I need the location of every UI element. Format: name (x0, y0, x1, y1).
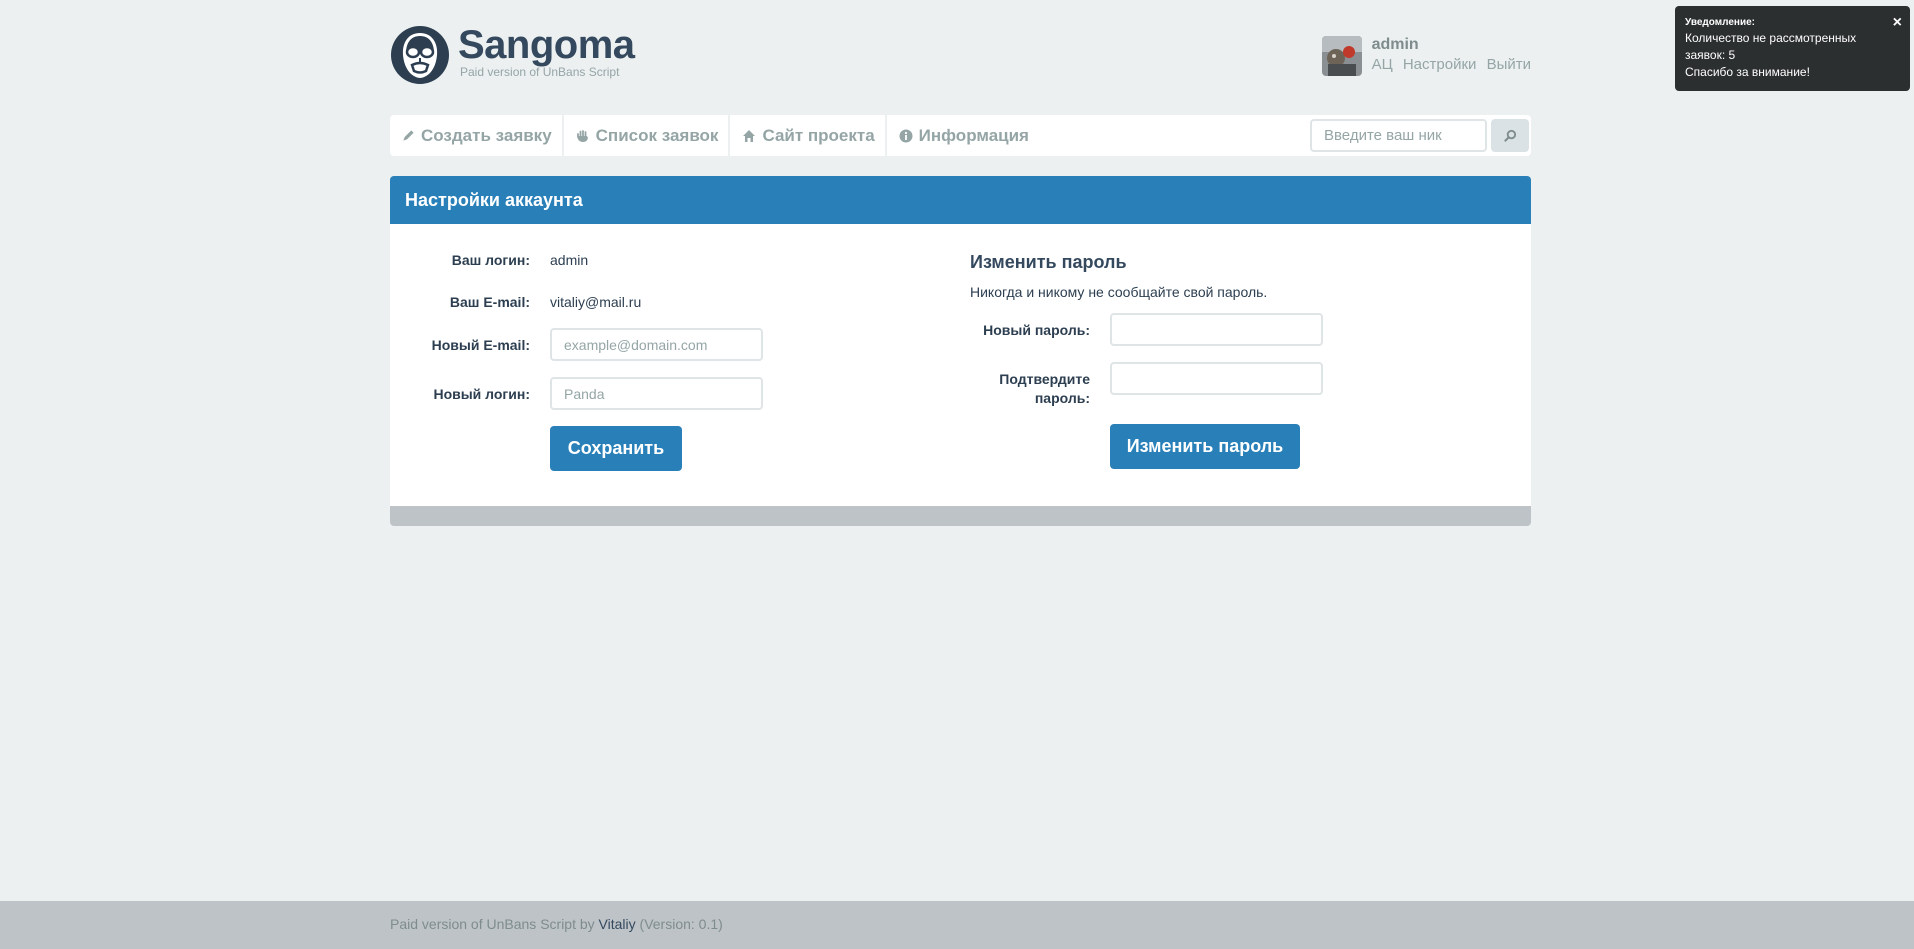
confirm-password-label-line2: пароль: (1034, 390, 1090, 406)
nav-item-information[interactable]: Информация (887, 115, 1039, 156)
pencil-icon (402, 129, 415, 142)
login-row: Ваш логин: admin (390, 252, 588, 268)
login-label: Ваш логин: (451, 252, 530, 268)
new-password-input[interactable] (1110, 313, 1323, 346)
user-box: admin АЦ Настройки Выйти (1321, 36, 1531, 76)
confirm-password-row: Подтвердите пароль: (970, 362, 1323, 408)
new-login-label: Новый логин: (433, 385, 530, 402)
email-value: vitaliy@mail.ru (550, 294, 642, 310)
avatar-image-icon (1321, 36, 1362, 76)
new-password-row: Новый пароль: (970, 313, 1323, 346)
info-icon (899, 129, 913, 143)
toast-line-3: Спасибо за внимание! (1685, 65, 1810, 79)
notification-toast: × Уведомление: Количество не рассмотренн… (1675, 6, 1910, 91)
page-container: Sangoma Paid version of UnBans Script ad… (390, 0, 1531, 526)
panel-title: Настройки аккаунта (390, 176, 1531, 224)
nav-item-label: Сайт проекта (762, 125, 875, 145)
mask-logo-icon (391, 26, 449, 84)
user-name[interactable]: admin (1372, 36, 1531, 54)
password-warning: Никогда и никому не сообщайте свой парол… (970, 284, 1268, 300)
confirm-password-label: Подтвердите пароль: (970, 370, 1090, 408)
account-settings-panel: Настройки аккаунта Ваш логин: admin Ваш … (390, 176, 1531, 526)
close-icon[interactable]: × (1893, 14, 1902, 31)
user-link-admin-center[interactable]: АЦ (1372, 56, 1393, 73)
page-footer: Paid version of UnBans Script by Vitaliy… (0, 901, 1914, 949)
new-email-row: Новый E-mail: (390, 328, 763, 361)
login-value: admin (550, 252, 589, 268)
save-button[interactable]: Сохранить (550, 426, 682, 471)
new-login-row: Новый логин: (390, 377, 763, 410)
new-email-label: Новый E-mail: (431, 336, 530, 353)
footer-author-link[interactable]: Vitaliy (599, 916, 636, 932)
confirm-password-label-line1: Подтвердите (999, 371, 1090, 387)
user-links: АЦ Настройки Выйти (1372, 56, 1531, 73)
nav-item-project-site[interactable]: Сайт проекта (730, 115, 887, 156)
logo[interactable]: Sangoma Paid version of UnBans Script (390, 23, 635, 85)
footer-version: (Version: 0.1) (639, 916, 723, 932)
header: Sangoma Paid version of UnBans Script ad… (390, 0, 1531, 112)
footer-prefix: Paid version of UnBans Script by (390, 916, 595, 932)
change-password-title: Изменить пароль (970, 252, 1127, 272)
home-icon (742, 129, 756, 143)
avatar[interactable] (1321, 36, 1362, 76)
toast-title: Уведомление: (1685, 17, 1755, 28)
nick-search-input[interactable] (1310, 119, 1487, 152)
new-email-input[interactable] (550, 328, 763, 361)
email-label: Ваш E-mail: (449, 294, 530, 310)
nav-item-label: Создать заявку (421, 125, 552, 145)
search-icon (1503, 129, 1516, 142)
search-button[interactable] (1491, 119, 1529, 152)
footer-text: Paid version of UnBans Script by Vitaliy… (390, 916, 723, 932)
hand-icon (576, 129, 590, 143)
panel-footer (390, 506, 1531, 526)
nav-item-create-request[interactable]: Создать заявку (390, 115, 564, 156)
nick-search (1310, 119, 1529, 152)
toast-line-1: Количество не рассмотренных (1685, 31, 1857, 45)
brand-subtitle: Paid version of UnBans Script (460, 65, 620, 79)
confirm-password-input[interactable] (1110, 362, 1323, 395)
nav-item-label: Список заявок (595, 125, 719, 145)
user-link-settings[interactable]: Настройки (1403, 56, 1477, 73)
user-link-logout[interactable]: Выйти (1487, 56, 1531, 73)
nav-item-request-list[interactable]: Список заявок (564, 115, 731, 156)
new-login-input[interactable] (550, 377, 763, 410)
brand-title: Sangoma (458, 23, 635, 67)
main-nav: Создать заявку Список заявок Сайт проект… (390, 115, 1531, 156)
change-password-button[interactable]: Изменить пароль (1110, 424, 1300, 469)
new-password-label: Новый пароль: (983, 321, 1090, 338)
email-row: Ваш E-mail: vitaliy@mail.ru (390, 294, 641, 310)
toast-line-2: заявок: 5 (1685, 48, 1736, 62)
panel-body: Ваш логин: admin Ваш E-mail: vitaliy@mai… (390, 224, 1531, 506)
nav-item-label: Информация (918, 125, 1029, 145)
